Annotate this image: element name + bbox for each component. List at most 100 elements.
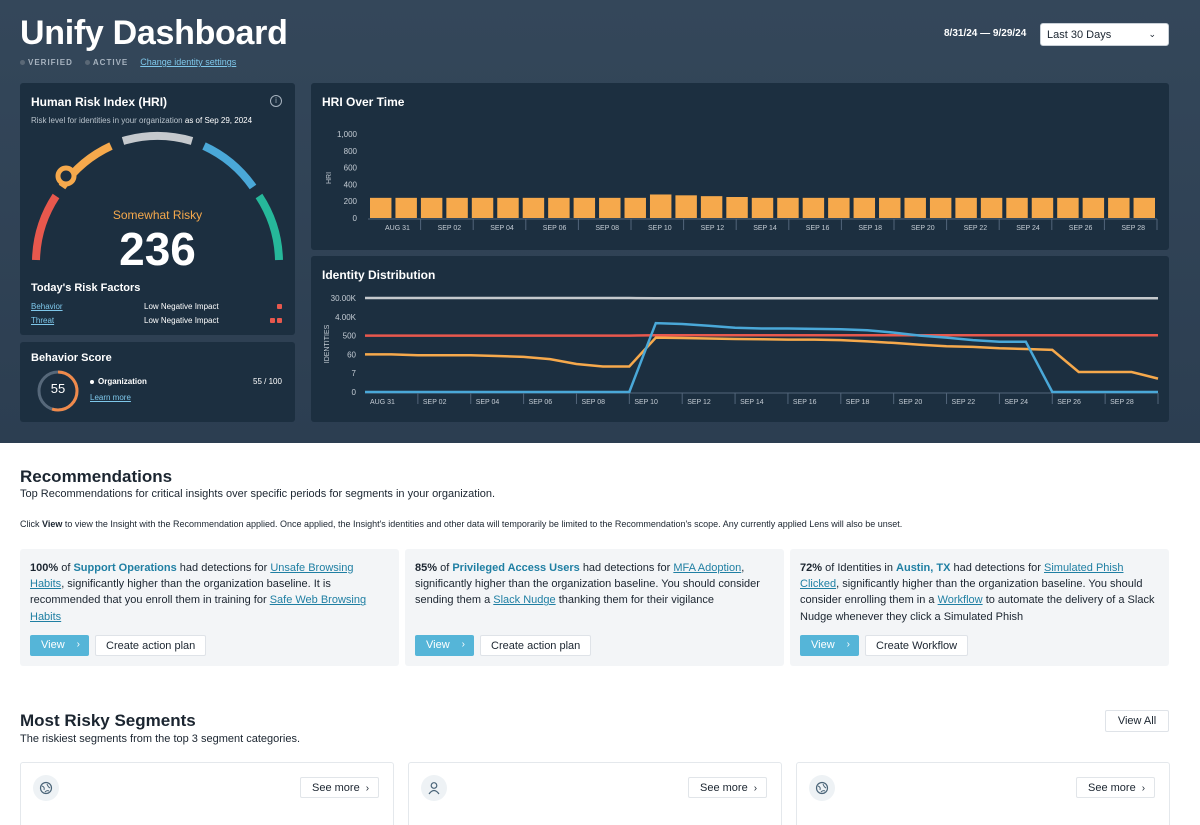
impact-square xyxy=(277,318,282,323)
x-tick-label: SEP 22 xyxy=(952,399,976,406)
bar xyxy=(522,197,545,218)
bar xyxy=(548,197,570,218)
gauge-needle-marker xyxy=(55,165,77,187)
bar xyxy=(904,197,926,218)
chevron-right-icon: › xyxy=(461,639,465,650)
date-range-select[interactable]: Last 30 Days ⌄ xyxy=(1040,23,1169,46)
bar xyxy=(726,197,748,218)
bar xyxy=(1006,197,1028,218)
bar xyxy=(929,197,952,218)
x-tick-label: SEP 22 xyxy=(964,225,988,232)
x-tick-label: SEP 10 xyxy=(634,399,658,406)
x-tick-label: SEP 12 xyxy=(687,399,711,406)
action-link[interactable]: Workflow xyxy=(938,594,983,606)
learn-more-link[interactable]: Learn more xyxy=(90,393,131,402)
bar xyxy=(370,197,392,218)
impact-square xyxy=(277,304,282,309)
chevron-right-icon: › xyxy=(1141,783,1146,794)
detection-link[interactable]: MFA Adoption xyxy=(673,562,741,574)
recommendation-text: 85% of Privileged Access Users had detec… xyxy=(415,562,760,607)
change-identity-settings-link[interactable]: Change identity settings xyxy=(140,57,236,67)
page-title: Unify Dashboard xyxy=(20,14,288,52)
risk-factor-behavior: Behavior Low Negative Impact xyxy=(31,302,286,314)
view-button[interactable]: View › xyxy=(30,635,89,656)
bar xyxy=(624,197,646,218)
x-tick-label: SEP 18 xyxy=(858,225,882,232)
create-action-plan-button[interactable]: Create action plan xyxy=(480,635,592,656)
bar xyxy=(395,197,417,218)
gauge-segment-blue xyxy=(202,142,257,190)
x-tick-label: SEP 02 xyxy=(438,225,462,232)
risk-factor-behavior-link[interactable]: Behavior xyxy=(31,302,63,311)
chevron-right-icon: › xyxy=(365,783,370,794)
x-tick-label: SEP 24 xyxy=(1004,399,1028,406)
status-active: ACTIVE xyxy=(84,58,128,67)
recommendation-text: 72% of Identities in Austin, TX had dete… xyxy=(800,562,1155,623)
segment-link[interactable]: Austin, TX xyxy=(896,562,950,574)
hri-card-title: Human Risk Index (HRI) xyxy=(31,95,168,109)
recommendation-card: 85% of Privileged Access Users had detec… xyxy=(405,549,784,666)
recommendations-title: Recommendations xyxy=(20,467,173,486)
info-icon[interactable]: i xyxy=(270,95,282,107)
bar xyxy=(471,197,494,218)
x-tick-label: SEP 20 xyxy=(911,225,935,232)
y-tick-label: 7 xyxy=(352,369,357,378)
bar xyxy=(879,197,901,218)
recommendation-card: 72% of Identities in Austin, TX had dete… xyxy=(790,549,1169,666)
series-line xyxy=(365,321,1158,394)
bar xyxy=(497,197,519,218)
segment-link[interactable]: Support Operations xyxy=(73,562,176,574)
view-all-button[interactable]: View All xyxy=(1105,710,1169,732)
x-tick-label: SEP 24 xyxy=(1016,225,1040,232)
y-tick-label: 0 xyxy=(352,388,357,397)
risk-level-label: Somewhat Risky xyxy=(112,208,203,222)
behavior-score-card: Behavior Score 55 Organization 55 / 100 … xyxy=(20,342,295,422)
x-tick-label: SEP 28 xyxy=(1121,225,1145,232)
risk-factor-impact: Low Negative Impact xyxy=(144,316,219,325)
chevron-right-icon: › xyxy=(76,639,80,650)
view-button[interactable]: View › xyxy=(415,635,474,656)
view-button[interactable]: View › xyxy=(800,635,859,656)
organization-score: 55 / 100 xyxy=(253,377,282,386)
bar xyxy=(700,196,723,218)
bar xyxy=(446,197,468,218)
y-tick-label: 800 xyxy=(344,147,358,156)
user-icon xyxy=(421,775,447,801)
bar xyxy=(777,197,799,218)
create-workflow-button[interactable]: Create Workflow xyxy=(865,635,969,656)
bar xyxy=(1031,197,1054,218)
chevron-right-icon: › xyxy=(846,639,850,650)
y-tick-label: 1,000 xyxy=(337,130,358,139)
bar xyxy=(649,194,672,218)
bar xyxy=(1082,197,1105,218)
create-action-plan-button[interactable]: Create action plan xyxy=(95,635,207,656)
y-tick-label: 600 xyxy=(344,164,358,173)
x-tick-label: SEP 16 xyxy=(793,399,817,406)
bar xyxy=(1057,197,1079,218)
y-tick-label: 400 xyxy=(344,180,358,189)
date-range-select-value: Last 30 Days xyxy=(1047,29,1112,41)
segment-card: See more › xyxy=(796,762,1170,825)
bar xyxy=(1133,197,1155,218)
gauge-segment-gray xyxy=(121,132,194,145)
y-tick-label: 500 xyxy=(343,332,357,341)
status-verified: VERIFIED xyxy=(20,58,73,67)
recommendations-subtitle: Top Recommendations for critical insight… xyxy=(20,488,496,500)
segment-link[interactable]: Privileged Access Users xyxy=(452,562,579,574)
see-more-button[interactable]: See more › xyxy=(688,777,768,798)
x-tick-label: SEP 14 xyxy=(753,225,777,232)
risk-factor-threat-link[interactable]: Threat xyxy=(31,316,54,325)
see-more-button[interactable]: See more › xyxy=(1076,777,1156,798)
x-tick-label: SEP 04 xyxy=(476,399,500,406)
globe-icon xyxy=(809,775,835,801)
x-tick-label: SEP 26 xyxy=(1057,399,1081,406)
series-line xyxy=(365,336,1159,380)
see-more-button[interactable]: See more › xyxy=(300,777,380,798)
bar xyxy=(828,197,850,218)
risk-factors-title: Today's Risk Factors xyxy=(31,282,141,294)
action-link[interactable]: Slack Nudge xyxy=(493,594,555,606)
x-tick-label: SEP 02 xyxy=(423,399,447,406)
x-tick-label: SEP 08 xyxy=(581,399,605,406)
bar xyxy=(955,197,977,218)
organization-label: Organization xyxy=(90,377,147,386)
